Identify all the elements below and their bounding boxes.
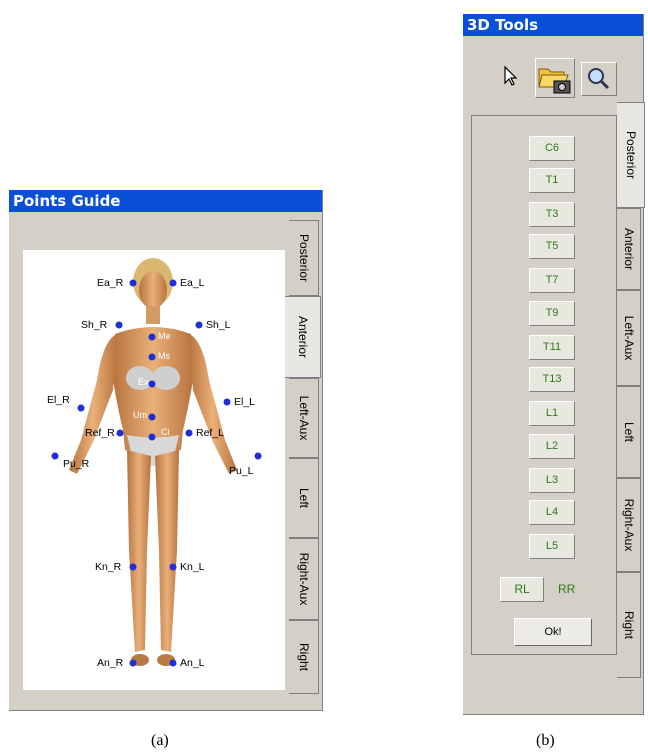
- ok-button[interactable]: Ok!: [514, 618, 592, 646]
- vertebra-button[interactable]: T11: [529, 335, 575, 360]
- open-camera-icon[interactable]: [535, 58, 575, 98]
- point-kn-r[interactable]: [129, 563, 137, 571]
- vertebra-button[interactable]: T7: [529, 268, 575, 293]
- tab-left-aux[interactable]: Left-Aux: [617, 290, 641, 386]
- point-ex[interactable]: [148, 380, 156, 388]
- pointer-icon[interactable]: [499, 64, 523, 88]
- vertebra-button[interactable]: T9: [529, 301, 575, 326]
- label-ci: Ci: [161, 427, 170, 437]
- rl-button[interactable]: RL: [500, 577, 544, 602]
- tab-right-aux[interactable]: Right-Aux: [617, 478, 641, 572]
- label-um: Um: [133, 410, 147, 420]
- point-pu-l[interactable]: [254, 452, 262, 460]
- tab-anterior[interactable]: Anterior: [285, 296, 321, 378]
- point-ms[interactable]: [148, 353, 156, 361]
- label-me: Me: [158, 331, 171, 341]
- point-kn-l[interactable]: [169, 563, 177, 571]
- tab-right[interactable]: Right: [289, 620, 319, 694]
- point-um[interactable]: [148, 413, 156, 421]
- label-sh-l: Sh_L: [206, 319, 231, 331]
- vertebra-button[interactable]: T13: [529, 367, 575, 392]
- point-ea-l[interactable]: [169, 279, 177, 287]
- label-an-r: An_R: [97, 657, 124, 669]
- rr-label[interactable]: RR: [558, 582, 575, 596]
- point-ea-r[interactable]: [129, 279, 137, 287]
- tab-right-aux[interactable]: Right-Aux: [289, 538, 319, 620]
- vertebra-button[interactable]: L2: [529, 434, 575, 459]
- points-guide-title: Points Guide: [9, 190, 322, 212]
- vertebra-button[interactable]: L1: [529, 401, 575, 426]
- point-ci[interactable]: [148, 433, 156, 441]
- 3d-tools-title: 3D Tools: [463, 14, 643, 36]
- label-ea-l: Ea_L: [180, 277, 205, 289]
- label-pu-l: Pu_L: [229, 465, 254, 477]
- label-an-l: An_L: [180, 657, 205, 669]
- magnifier-icon[interactable]: [581, 62, 617, 96]
- label-ref-l: Ref_L: [196, 427, 225, 439]
- point-el-l[interactable]: [223, 398, 231, 406]
- points-guide-panel: Points Guide Ea_R Ea_L Sh_R Sh_L Me Ms E…: [9, 190, 323, 711]
- vertebra-button[interactable]: T5: [529, 234, 575, 259]
- caption-a: (a): [151, 732, 169, 749]
- label-ms: Ms: [158, 351, 170, 361]
- vertebra-button[interactable]: L4: [529, 500, 575, 525]
- point-el-r[interactable]: [77, 404, 85, 412]
- tab-left[interactable]: Left: [289, 458, 319, 538]
- point-sh-l[interactable]: [195, 321, 203, 329]
- label-el-l: El_L: [234, 396, 256, 408]
- vertebra-button[interactable]: C6: [529, 136, 575, 161]
- vertebrae-list: C6 T1 T3 T5 T7 T9 T11 T13 L1 L2 L3 L4 L5…: [471, 115, 617, 655]
- vertebra-button[interactable]: L3: [529, 468, 575, 493]
- 3d-tools-panel: 3D Tools C6 T1 T3 T5 T7 T9 T11 T13 L1 L2…: [463, 14, 645, 715]
- tab-left-aux[interactable]: Left-Aux: [289, 378, 319, 458]
- caption-b: (b): [536, 732, 555, 749]
- point-an-r[interactable]: [129, 659, 137, 667]
- vertebra-button[interactable]: L5: [529, 534, 575, 559]
- vertebra-button[interactable]: T3: [529, 202, 575, 227]
- label-kn-r: Kn_R: [95, 561, 122, 573]
- tab-posterior[interactable]: Posterior: [617, 102, 645, 208]
- label-sh-r: Sh_R: [81, 319, 108, 331]
- label-ex: Ex: [138, 377, 149, 387]
- label-el-r: El_R: [47, 394, 70, 406]
- point-pu-r[interactable]: [51, 452, 59, 460]
- tab-anterior[interactable]: Anterior: [617, 208, 641, 290]
- label-ea-r: Ea_R: [97, 277, 124, 289]
- point-ref-r[interactable]: [116, 429, 124, 437]
- tab-left[interactable]: Left: [617, 386, 641, 478]
- label-ref-r: Ref_R: [85, 427, 115, 439]
- label-pu-r: Pu_R: [63, 458, 90, 470]
- vertebra-button[interactable]: T1: [529, 168, 575, 193]
- body-model-view: Ea_R Ea_L Sh_R Sh_L Me Ms Ex El_R El_L U…: [23, 250, 285, 690]
- tab-posterior[interactable]: Posterior: [289, 220, 319, 296]
- tab-right[interactable]: Right: [617, 572, 641, 678]
- point-sh-r[interactable]: [115, 321, 123, 329]
- point-ref-l[interactable]: [185, 429, 193, 437]
- label-kn-l: Kn_L: [180, 561, 205, 573]
- point-an-l[interactable]: [169, 659, 177, 667]
- point-me[interactable]: [148, 333, 156, 341]
